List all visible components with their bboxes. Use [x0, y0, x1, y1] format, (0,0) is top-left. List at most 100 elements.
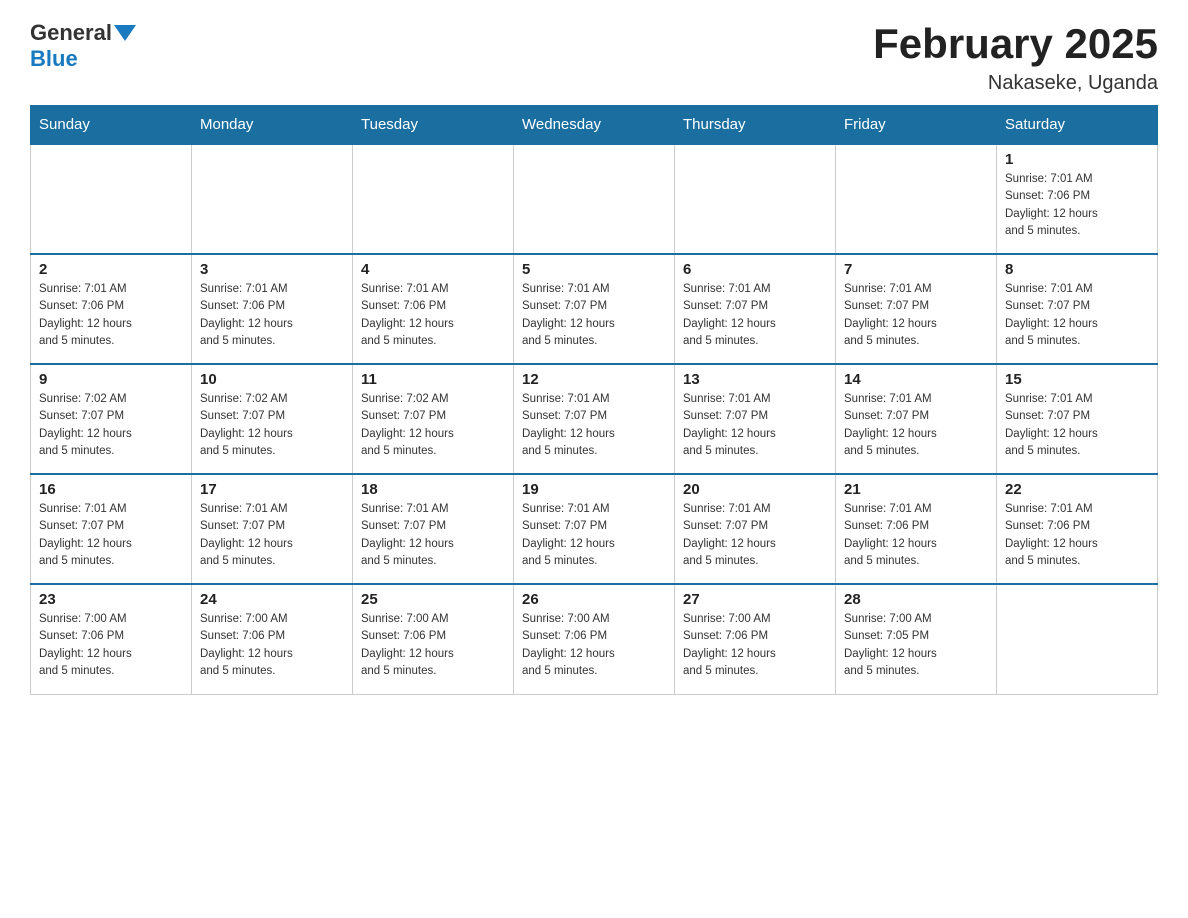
- calendar-cell: 25Sunrise: 7:00 AM Sunset: 7:06 PM Dayli…: [353, 584, 514, 694]
- logo-blue-text: Blue: [30, 46, 78, 71]
- calendar-cell: 3 Sunrise: 7:01 AM Sunset: 7:06 PM Daylig…: [192, 254, 353, 364]
- day-info: Sunrise: 7:00 AM Sunset: 7:06 PM Dayligh…: [200, 611, 344, 680]
- day-number: 24: [200, 591, 344, 608]
- day-info: Sunrise: 7:02 AM Sunset: 7:07 PM Dayligh…: [200, 391, 344, 460]
- day-number: 15: [1005, 371, 1149, 388]
- day-info: Sunrise: 7:02 AM Sunset: 7:07 PM Dayligh…: [39, 391, 183, 460]
- day-number: 23: [39, 591, 183, 608]
- day-info: Sunrise: 7:01 AM Sunset: 7:07 PM Dayligh…: [200, 501, 344, 570]
- calendar-cell: 4 Sunrise: 7:01 AM Sunset: 7:06 PM Daylig…: [353, 254, 514, 364]
- week-row-4: 16 Sunrise: 7:01 AM Sunset: 7:07 PM Dayli…: [31, 474, 1158, 584]
- day-info: Sunrise: 7:01 AM Sunset: 7:06 PM Dayligh…: [361, 281, 505, 350]
- calendar-cell: 26 Sunrise: 7:00 AM Sunset: 7:06 PM Dayli…: [514, 584, 675, 694]
- day-number: 10: [200, 371, 344, 388]
- day-number: 5: [522, 261, 666, 278]
- calendar-cell: 15 Sunrise: 7:01 AM Sunset: 7:07 PM Dayli…: [997, 364, 1158, 474]
- day-info: Sunrise: 7:00 AM Sunset: 7:06 PM Dayligh…: [39, 611, 183, 680]
- day-info: Sunrise: 7:01 AM Sunset: 7:06 PM Dayligh…: [1005, 171, 1149, 240]
- day-number: 27: [683, 591, 827, 608]
- day-info: Sunrise: 7:01 AM Sunset: 7:07 PM Dayligh…: [522, 391, 666, 460]
- day-info: Sunrise: 7:00 AM Sunset: 7:06 PM Dayligh…: [361, 611, 505, 680]
- calendar-cell: 16 Sunrise: 7:01 AM Sunset: 7:07 PM Dayli…: [31, 474, 192, 584]
- day-info: Sunrise: 7:01 AM Sunset: 7:07 PM Dayligh…: [683, 501, 827, 570]
- calendar-cell: 19 Sunrise: 7:01 AM Sunset: 7:07 PM Dayli…: [514, 474, 675, 584]
- day-number: 26: [522, 591, 666, 608]
- week-row-2: 2 Sunrise: 7:01 AM Sunset: 7:06 PM Daylig…: [31, 254, 1158, 364]
- day-number: 1: [1005, 151, 1149, 168]
- day-number: 4: [361, 261, 505, 278]
- calendar-cell: 8Sunrise: 7:01 AM Sunset: 7:07 PM Daylig…: [997, 254, 1158, 364]
- day-number: 21: [844, 481, 988, 498]
- day-info: Sunrise: 7:01 AM Sunset: 7:07 PM Dayligh…: [683, 391, 827, 460]
- day-number: 9: [39, 371, 183, 388]
- calendar-cell: 23 Sunrise: 7:00 AM Sunset: 7:06 PM Dayli…: [31, 584, 192, 694]
- day-number: 16: [39, 481, 183, 498]
- calendar-cell: 7 Sunrise: 7:01 AM Sunset: 7:07 PM Daylig…: [836, 254, 997, 364]
- weekday-header-wednesday: Wednesday: [514, 106, 675, 145]
- logo-general-text: General: [30, 20, 112, 46]
- day-number: 7: [844, 261, 988, 278]
- calendar-cell: 14 Sunrise: 7:01 AM Sunset: 7:07 PM Dayli…: [836, 364, 997, 474]
- weekday-header-friday: Friday: [836, 106, 997, 145]
- day-info: Sunrise: 7:02 AM Sunset: 7:07 PM Dayligh…: [361, 391, 505, 460]
- logo-arrow-icon: [114, 25, 136, 41]
- day-number: 17: [200, 481, 344, 498]
- calendar-cell: [514, 144, 675, 254]
- day-info: Sunrise: 7:01 AM Sunset: 7:07 PM Dayligh…: [844, 391, 988, 460]
- calendar-cell: [836, 144, 997, 254]
- weekday-header-thursday: Thursday: [675, 106, 836, 145]
- location-subtitle: Nakaseke, Uganda: [873, 72, 1158, 95]
- calendar-cell: 2 Sunrise: 7:01 AM Sunset: 7:06 PM Daylig…: [31, 254, 192, 364]
- day-number: 22: [1005, 481, 1149, 498]
- calendar-cell: 12 Sunrise: 7:01 AM Sunset: 7:07 PM Dayli…: [514, 364, 675, 474]
- calendar-cell: 28 Sunrise: 7:00 AM Sunset: 7:05 PM Dayli…: [836, 584, 997, 694]
- day-info: Sunrise: 7:01 AM Sunset: 7:07 PM Dayligh…: [683, 281, 827, 350]
- day-number: 11: [361, 371, 505, 388]
- calendar-cell: [997, 584, 1158, 694]
- calendar-cell: [353, 144, 514, 254]
- calendar-cell: 27 Sunrise: 7:00 AM Sunset: 7:06 PM Dayli…: [675, 584, 836, 694]
- weekday-header-tuesday: Tuesday: [353, 106, 514, 145]
- day-info: Sunrise: 7:01 AM Sunset: 7:06 PM Dayligh…: [1005, 501, 1149, 570]
- week-row-1: 1 Sunrise: 7:01 AM Sunset: 7:06 PM Daylig…: [31, 144, 1158, 254]
- weekday-header-saturday: Saturday: [997, 106, 1158, 145]
- weekday-header-monday: Monday: [192, 106, 353, 145]
- day-info: Sunrise: 7:01 AM Sunset: 7:06 PM Dayligh…: [200, 281, 344, 350]
- day-number: 20: [683, 481, 827, 498]
- day-number: 28: [844, 591, 988, 608]
- month-year-title: February 2025: [873, 20, 1158, 68]
- calendar-cell: 5Sunrise: 7:01 AM Sunset: 7:07 PM Daylig…: [514, 254, 675, 364]
- day-info: Sunrise: 7:00 AM Sunset: 7:05 PM Dayligh…: [844, 611, 988, 680]
- week-row-5: 23 Sunrise: 7:00 AM Sunset: 7:06 PM Dayli…: [31, 584, 1158, 694]
- day-number: 2: [39, 261, 183, 278]
- day-info: Sunrise: 7:01 AM Sunset: 7:06 PM Dayligh…: [39, 281, 183, 350]
- day-info: Sunrise: 7:00 AM Sunset: 7:06 PM Dayligh…: [522, 611, 666, 680]
- calendar-cell: 22 Sunrise: 7:01 AM Sunset: 7:06 PM Dayli…: [997, 474, 1158, 584]
- calendar-cell: 18Sunrise: 7:01 AM Sunset: 7:07 PM Dayli…: [353, 474, 514, 584]
- calendar-cell: 24 Sunrise: 7:00 AM Sunset: 7:06 PM Dayli…: [192, 584, 353, 694]
- day-info: Sunrise: 7:01 AM Sunset: 7:06 PM Dayligh…: [844, 501, 988, 570]
- calendar-cell: [675, 144, 836, 254]
- day-number: 14: [844, 371, 988, 388]
- day-info: Sunrise: 7:01 AM Sunset: 7:07 PM Dayligh…: [844, 281, 988, 350]
- calendar-table: SundayMondayTuesdayWednesdayThursdayFrid…: [30, 105, 1158, 695]
- calendar-cell: 9 Sunrise: 7:02 AM Sunset: 7:07 PM Daylig…: [31, 364, 192, 474]
- calendar-cell: [31, 144, 192, 254]
- day-info: Sunrise: 7:01 AM Sunset: 7:07 PM Dayligh…: [522, 501, 666, 570]
- day-info: Sunrise: 7:00 AM Sunset: 7:06 PM Dayligh…: [683, 611, 827, 680]
- day-number: 19: [522, 481, 666, 498]
- day-number: 12: [522, 371, 666, 388]
- day-info: Sunrise: 7:01 AM Sunset: 7:07 PM Dayligh…: [1005, 391, 1149, 460]
- logo: General Blue: [30, 20, 136, 72]
- calendar-cell: [192, 144, 353, 254]
- calendar-cell: 17 Sunrise: 7:01 AM Sunset: 7:07 PM Dayli…: [192, 474, 353, 584]
- day-info: Sunrise: 7:01 AM Sunset: 7:07 PM Dayligh…: [39, 501, 183, 570]
- day-number: 18: [361, 481, 505, 498]
- calendar-cell: 21 Sunrise: 7:01 AM Sunset: 7:06 PM Dayli…: [836, 474, 997, 584]
- weekday-header-row: SundayMondayTuesdayWednesdayThursdayFrid…: [31, 106, 1158, 145]
- week-row-3: 9 Sunrise: 7:02 AM Sunset: 7:07 PM Daylig…: [31, 364, 1158, 474]
- calendar-cell: 13Sunrise: 7:01 AM Sunset: 7:07 PM Dayli…: [675, 364, 836, 474]
- day-number: 3: [200, 261, 344, 278]
- calendar-cell: 11 Sunrise: 7:02 AM Sunset: 7:07 PM Dayli…: [353, 364, 514, 474]
- calendar-cell: 10 Sunrise: 7:02 AM Sunset: 7:07 PM Dayli…: [192, 364, 353, 474]
